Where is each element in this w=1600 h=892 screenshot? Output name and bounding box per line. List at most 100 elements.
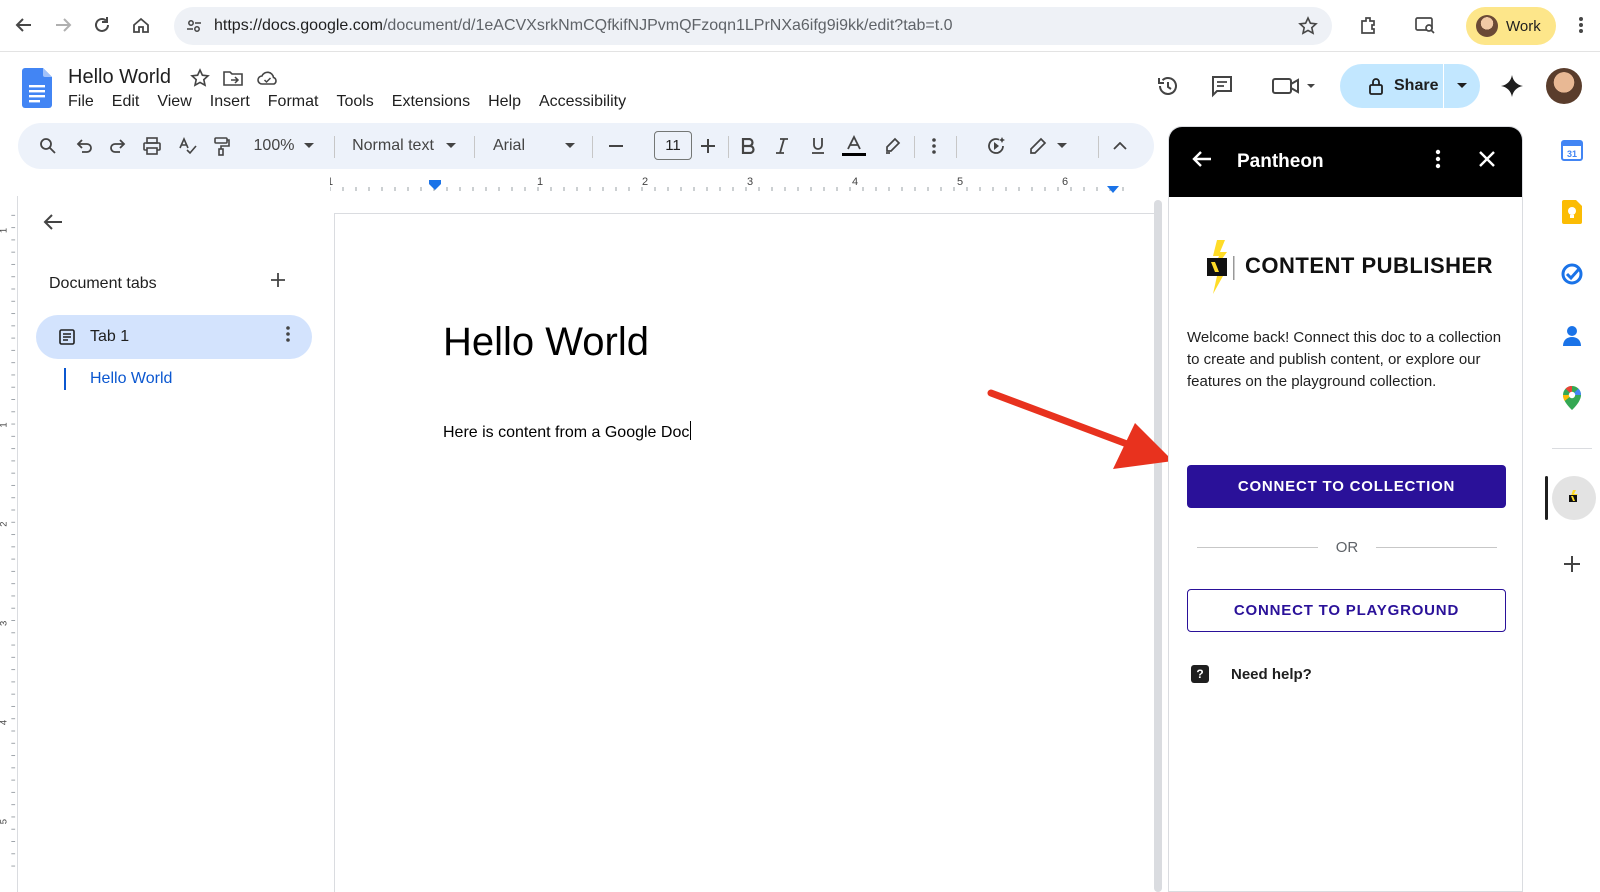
spellcheck-icon[interactable]	[176, 131, 200, 161]
menu-format[interactable]: Format	[268, 93, 319, 111]
bold-icon[interactable]	[736, 131, 760, 161]
profile-chip[interactable]: Work	[1466, 7, 1556, 45]
title-actions	[190, 68, 280, 88]
share-button[interactable]: Share	[1340, 64, 1480, 108]
cloud-saved-icon[interactable]	[256, 69, 280, 87]
redo-icon[interactable]	[106, 131, 130, 161]
more-options-icon[interactable]	[924, 131, 944, 161]
url-path: /document/d/1eACVXsrkNmCQfkifNJPvmQFzoqn…	[382, 17, 953, 34]
menu-view[interactable]: View	[157, 93, 191, 111]
help-label: Need help?	[1231, 665, 1312, 683]
back-arrow-icon[interactable]	[9, 10, 39, 40]
meet-video-icon[interactable]	[1266, 70, 1322, 102]
connect-collection-button[interactable]: CONNECT TO COLLECTION	[1187, 465, 1506, 508]
document-page[interactable]: Hello World Here is content from a Googl…	[334, 213, 1158, 892]
product-name: CONTENT PUBLISHER	[1245, 253, 1494, 278]
document-body-text[interactable]: Here is content from a Google Doc	[443, 421, 692, 442]
maps-icon[interactable]	[1558, 384, 1586, 412]
share-main[interactable]: Share	[1340, 64, 1444, 108]
italic-icon[interactable]	[770, 131, 794, 161]
zoom-select[interactable]: 100%	[246, 131, 322, 161]
ruler-label: 5	[0, 819, 10, 824]
comments-icon[interactable]	[1206, 70, 1238, 102]
move-folder-icon[interactable]	[222, 69, 244, 87]
decrease-font-size-icon[interactable]	[604, 131, 628, 161]
highlight-color-icon[interactable]	[880, 131, 904, 161]
left-indent-marker[interactable]	[429, 180, 441, 190]
active-addon-indicator	[1545, 476, 1548, 520]
connect-playground-button[interactable]: CONNECT TO PLAYGROUND	[1187, 589, 1506, 632]
menu-help[interactable]: Help	[488, 93, 521, 111]
menu-tools[interactable]: Tools	[336, 93, 373, 111]
formatting-toolbar: 100% Normal text Arial 11	[18, 123, 1154, 169]
increase-font-size-icon[interactable]	[696, 131, 720, 161]
menu-accessibility[interactable]: Accessibility	[539, 93, 626, 111]
tasks-icon[interactable]	[1558, 260, 1586, 288]
profile-avatar	[1476, 15, 1498, 37]
browser-toolbar: https://docs.google.com/document/d/1eACV…	[0, 0, 1600, 52]
document-scrollbar[interactable]	[1154, 200, 1162, 892]
font-family-select[interactable]: Arial	[488, 131, 580, 161]
print-icon[interactable]	[140, 131, 164, 161]
document-tab-icon	[58, 328, 76, 346]
forward-arrow-icon[interactable]	[48, 10, 78, 40]
pantheon-addon-panel: Pantheon CONTENT PUBLISHER Welcome back!…	[1168, 126, 1523, 892]
site-info-icon[interactable]	[186, 18, 202, 34]
add-tab-icon[interactable]	[270, 272, 286, 288]
panel-close-icon[interactable]	[1477, 149, 1497, 169]
pantheon-addon-icon[interactable]	[1552, 476, 1596, 520]
editing-mode-select[interactable]	[1026, 131, 1070, 161]
home-icon[interactable]	[126, 10, 156, 40]
panel-more-icon[interactable]	[1435, 149, 1441, 169]
tab-item-tab-1[interactable]: Tab 1	[36, 315, 312, 359]
calendar-icon[interactable]: 31	[1558, 136, 1586, 164]
panel-header: Pantheon	[1169, 127, 1522, 197]
reload-icon[interactable]	[87, 10, 117, 40]
vertical-ruler[interactable]: 1 1 2 3 4 5	[0, 196, 18, 892]
account-avatar[interactable]	[1546, 68, 1582, 104]
paragraph-style-select[interactable]: Normal text	[346, 131, 462, 161]
paragraph-style-value: Normal text	[352, 137, 434, 154]
star-icon[interactable]	[190, 68, 210, 88]
panel-back-icon[interactable]	[1191, 149, 1213, 169]
menu-file[interactable]: File	[68, 93, 94, 111]
get-addons-plus-icon[interactable]	[1558, 550, 1586, 578]
address-bar[interactable]: https://docs.google.com/document/d/1eACV…	[174, 7, 1332, 45]
underline-icon[interactable]	[806, 131, 830, 161]
zoom-value: 100%	[253, 137, 295, 154]
share-dropdown-icon[interactable]	[1444, 64, 1480, 108]
lock-icon	[1368, 77, 1384, 95]
docs-logo-icon[interactable]	[22, 68, 52, 108]
extensions-icon[interactable]	[1353, 10, 1383, 40]
hide-tabs-back-icon[interactable]	[42, 212, 64, 232]
gemini-sparkle-icon[interactable]	[1496, 70, 1528, 102]
undo-icon[interactable]	[72, 131, 96, 161]
meeting-notes-icon[interactable]	[982, 131, 1010, 161]
tab-options-icon[interactable]	[286, 326, 290, 342]
search-menus-icon[interactable]	[36, 131, 60, 161]
collapse-menus-icon[interactable]	[1108, 131, 1132, 161]
ruler-label: 1	[0, 228, 10, 233]
browser-menu-icon[interactable]	[1566, 10, 1596, 40]
help-link[interactable]: ? Need help?	[1191, 665, 1312, 683]
font-size-input[interactable]: 11	[654, 131, 692, 160]
paint-format-icon[interactable]	[210, 131, 234, 161]
menu-edit[interactable]: Edit	[112, 93, 140, 111]
right-indent-marker[interactable]	[1107, 186, 1119, 193]
document-title[interactable]: Hello World	[68, 66, 171, 89]
document-heading[interactable]: Hello World	[443, 320, 649, 365]
menu-extensions[interactable]: Extensions	[392, 93, 470, 111]
ruler-label: 3	[747, 176, 753, 188]
toolbar-divider	[728, 136, 729, 158]
menu-insert[interactable]: Insert	[210, 93, 250, 111]
tab-search-icon[interactable]	[1410, 10, 1440, 40]
contacts-icon[interactable]	[1558, 322, 1586, 350]
outline-heading-link[interactable]: Hello World	[64, 368, 172, 390]
side-panel-divider	[1552, 448, 1592, 449]
ruler-label: 2	[0, 522, 10, 527]
bookmark-star-icon[interactable]	[1298, 16, 1318, 36]
keep-icon[interactable]	[1558, 198, 1586, 226]
horizontal-ruler[interactable]: 1 1 2 3 4 5 6	[330, 176, 1150, 194]
version-history-icon[interactable]	[1152, 70, 1184, 102]
text-color-icon[interactable]	[840, 131, 868, 161]
